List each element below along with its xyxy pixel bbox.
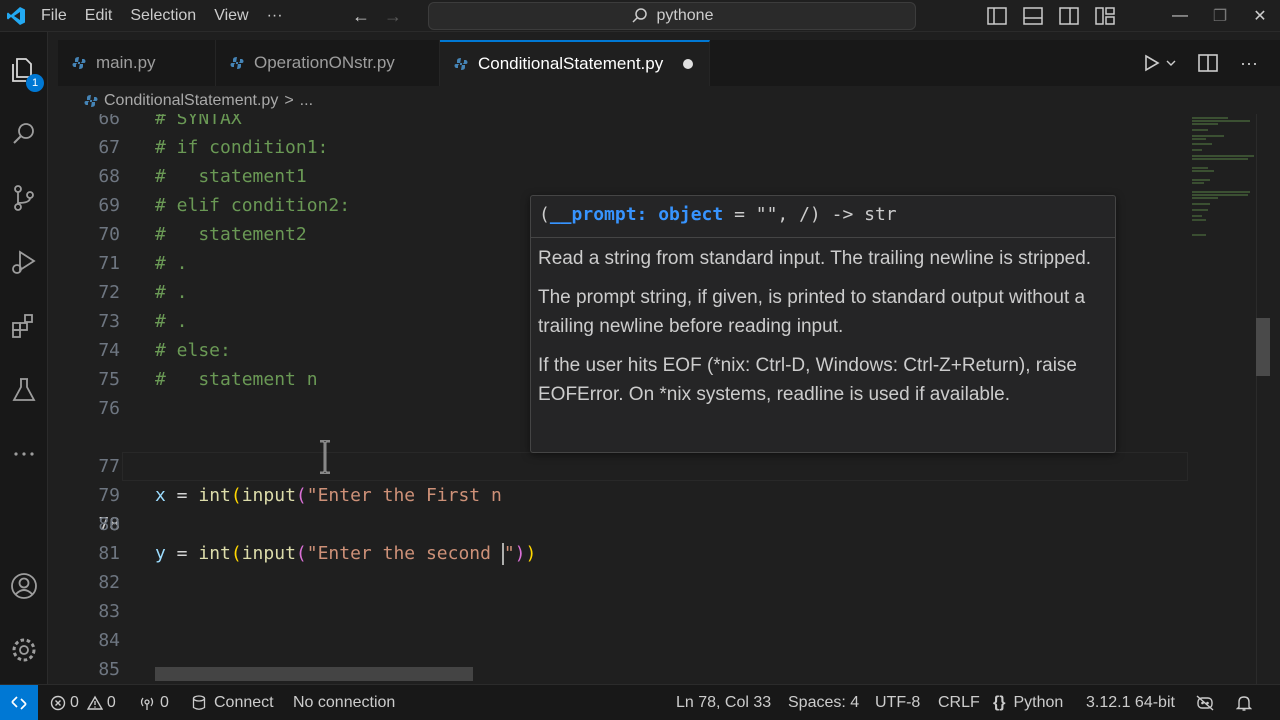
explorer-icon[interactable]: 1 — [0, 46, 48, 94]
close-icon[interactable]: ✕ — [1240, 6, 1280, 26]
code-line: 79 — [98, 485, 120, 506]
tab-operationonstr-py[interactable]: OperationONstr.py — [216, 40, 440, 86]
horizontal-scrollbar-thumb[interactable] — [155, 667, 473, 681]
more-views-icon[interactable] — [0, 430, 48, 478]
code-line: 67 # if condition1: — [98, 137, 329, 158]
warning-count: 0 — [106, 694, 116, 711]
braces-icon: {} — [993, 694, 1006, 711]
activity-bar: 1 — [0, 32, 48, 684]
connect-label: Connect — [214, 694, 274, 711]
doc-paragraph: Read a string from standard input. The t… — [538, 248, 1092, 269]
remote-indicator-icon[interactable] — [0, 685, 38, 720]
tab-main-py[interactable]: main.py — [58, 40, 216, 86]
doc-paragraph: If the user hits EOF (*nix: Ctrl-D, Wind… — [538, 355, 1077, 405]
unsaved-dot-icon[interactable] — [683, 59, 694, 69]
warning-icon — [86, 695, 103, 710]
customize-layout-icon[interactable] — [1094, 6, 1116, 26]
code-line: 66 # SYNTAX — [98, 114, 242, 129]
menu-selection[interactable]: Selection — [121, 0, 205, 32]
editor-tabs: main.py OperationONstr.py ConditionalSta… — [58, 40, 1280, 86]
indentation[interactable]: Spaces: 4 — [788, 685, 859, 720]
forward-arrow-icon[interactable]: → — [384, 6, 402, 27]
breadcrumb: ConditionalStatement.py > ... — [58, 88, 313, 114]
accounts-icon[interactable] — [0, 562, 48, 610]
restore-icon[interactable]: ❐ — [1200, 6, 1240, 26]
encoding[interactable]: UTF-8 — [875, 685, 920, 720]
python-file-icon — [454, 58, 468, 70]
title-bar: File Edit Selection View ··· ← → pythone… — [0, 0, 1280, 32]
manage-gear-icon[interactable] — [0, 626, 48, 674]
error-icon — [50, 695, 66, 711]
back-arrow-icon[interactable]: ← — [352, 6, 370, 27]
python-file-icon — [84, 95, 98, 107]
end-of-line[interactable]: CRLF — [938, 685, 980, 720]
language-mode[interactable]: {} Python — [993, 685, 1063, 720]
connect-button[interactable]: Connect — [192, 685, 274, 720]
status-bar: 0 0 0 Connect No connection Ln 78, Col 3… — [0, 684, 1280, 720]
vertical-scrollbar-thumb[interactable] — [1256, 318, 1270, 376]
python-file-icon — [72, 57, 86, 69]
vertical-scrollbar-track — [1256, 114, 1280, 684]
minimize-icon[interactable]: — — [1160, 7, 1200, 25]
chevron-down-icon[interactable] — [1166, 59, 1176, 67]
run-and-debug-icon[interactable] — [0, 238, 48, 286]
current-line-highlight — [122, 452, 1188, 481]
command-center-text: pythone — [656, 7, 714, 24]
copilot-icon[interactable] — [1195, 685, 1215, 720]
mouse-ibeam-cursor-icon — [320, 440, 330, 474]
split-editor-icon[interactable] — [1198, 54, 1218, 72]
code-line: 68 # statement1 — [98, 166, 307, 187]
tab-conditionalstatement-py[interactable]: ConditionalStatement.py — [440, 40, 710, 86]
code-line: 80 — [98, 514, 120, 535]
code-line: 84 — [98, 630, 120, 651]
menu-more[interactable]: ··· — [258, 0, 292, 32]
python-interpreter[interactable]: 3.12.1 64-bit — [1086, 685, 1175, 720]
code-line: 81 — [98, 543, 120, 564]
doc-paragraph: The prompt string, if given, is printed … — [538, 287, 1086, 337]
broadcast-icon — [140, 697, 154, 710]
vscode-logo-icon — [0, 0, 32, 32]
breadcrumb-file[interactable]: ConditionalStatement.py — [104, 92, 278, 110]
editor-actions: ··· — [1144, 40, 1258, 86]
toggle-panel-icon[interactable] — [1022, 6, 1044, 26]
connection-status[interactable]: No connection — [293, 685, 395, 720]
cursor-position[interactable]: Ln 78, Col 33 — [676, 685, 771, 720]
ports-count: 0 — [160, 694, 169, 711]
menu-view[interactable]: View — [205, 0, 257, 32]
tab-label: main.py — [96, 53, 156, 72]
toggle-secondary-sidebar-icon[interactable] — [1058, 6, 1080, 26]
code-line-current: 78 y = int(input("Enter the second ")) — [58, 452, 1188, 565]
search-icon — [632, 8, 647, 23]
problems-indicator[interactable]: 0 0 — [50, 685, 116, 720]
extensions-icon[interactable] — [0, 302, 48, 350]
breadcrumb-separator: > — [284, 92, 294, 109]
more-actions-icon[interactable]: ··· — [1240, 53, 1258, 74]
toggle-primary-sidebar-icon[interactable] — [986, 6, 1008, 26]
tab-label: OperationONstr.py — [254, 53, 395, 72]
breadcrumb-symbols[interactable]: ... — [300, 92, 313, 110]
explorer-badge: 1 — [26, 74, 44, 92]
search-view-icon[interactable] — [0, 110, 48, 158]
database-icon — [192, 695, 206, 710]
menu-edit[interactable]: Edit — [76, 0, 122, 32]
menu-file[interactable]: File — [32, 0, 76, 32]
tab-label: ConditionalStatement.py — [478, 54, 664, 73]
python-file-icon — [230, 57, 244, 69]
function-signature: (__prompt: object = "", /) -> str — [531, 196, 1115, 238]
source-control-icon[interactable] — [0, 174, 48, 222]
testing-flask-icon[interactable] — [0, 366, 48, 414]
error-count: 0 — [70, 694, 79, 711]
hover-documentation-popup: (__prompt: object = "", /) -> str Read a… — [530, 195, 1116, 453]
notifications-bell-icon[interactable] — [1236, 685, 1252, 720]
minimap[interactable] — [1188, 114, 1258, 264]
code-line: 82 — [98, 572, 120, 593]
ports-indicator[interactable]: 0 — [138, 685, 169, 720]
run-python-file-icon[interactable] — [1144, 54, 1176, 72]
command-center-search[interactable]: pythone — [428, 2, 916, 30]
code-line: 83 — [98, 601, 120, 622]
